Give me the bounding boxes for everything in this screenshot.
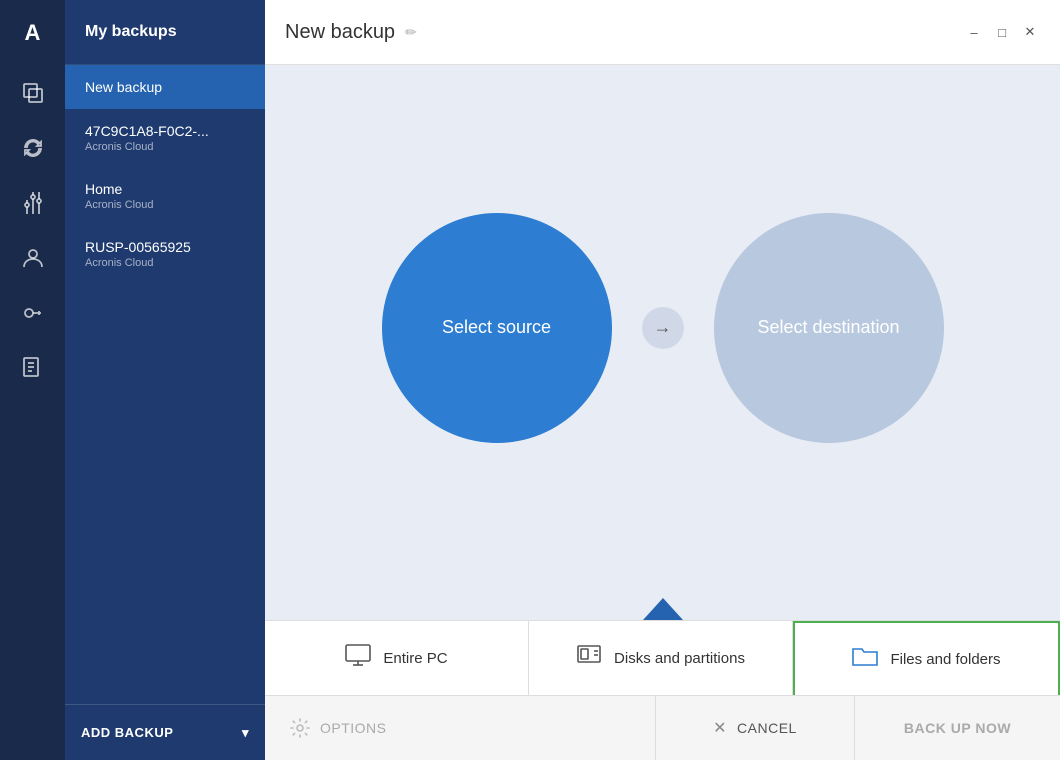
source-tabs: Entire PC Disks and partitions	[265, 620, 1060, 695]
tab-files-folders[interactable]: Files and folders	[793, 621, 1060, 695]
tab-disks-partitions[interactable]: Disks and partitions	[529, 621, 793, 695]
nav-icon-tune[interactable]	[0, 175, 65, 230]
arrow-indicator: →	[642, 307, 684, 349]
close-button[interactable]: ✕	[1020, 22, 1040, 42]
cancel-button[interactable]: ✕ CANCEL	[655, 696, 855, 760]
source-tab-indicator	[643, 598, 683, 620]
monitor-icon	[345, 644, 371, 672]
action-bar: OPTIONS ✕ CANCEL BACK UP NOW	[265, 695, 1060, 760]
tab-entire-pc[interactable]: Entire PC	[265, 621, 529, 695]
add-backup-button[interactable]: ADD BACKUP ▾	[65, 705, 265, 760]
main-area: New backup ✏ – □ ✕ Select source → Selec…	[265, 0, 1060, 760]
content-area: Select source → Select destination	[265, 65, 1060, 620]
sidebar-item-new-backup[interactable]: New backup	[65, 65, 265, 109]
page-title: New backup	[285, 21, 395, 44]
arrow-right-icon: →	[654, 317, 672, 338]
tab-disks-partitions-label: Disks and partitions	[614, 650, 745, 667]
circles-container: Select source → Select destination	[382, 213, 944, 443]
nav-icon-key[interactable]	[0, 285, 65, 340]
sidebar-item-backup-3[interactable]: RUSP-00565925 Acronis Cloud	[65, 225, 265, 283]
sidebar: My backups New backup 47C9C1A8-F0C2-... …	[65, 0, 265, 760]
title-bar: New backup ✏ – □ ✕	[265, 0, 1060, 65]
nav-icon-person[interactable]	[0, 230, 65, 285]
backup-now-button[interactable]: BACK UP NOW	[855, 696, 1060, 760]
sidebar-bottom: ADD BACKUP ▾	[65, 704, 265, 760]
select-source-button[interactable]: Select source	[382, 213, 612, 443]
edit-title-icon[interactable]: ✏	[405, 24, 417, 41]
icon-bar: A	[0, 0, 65, 760]
folder-icon	[852, 645, 878, 673]
minimize-button[interactable]: –	[964, 22, 984, 42]
select-destination-button[interactable]: Select destination	[714, 213, 944, 443]
tab-entire-pc-label: Entire PC	[383, 650, 447, 667]
app-logo: A	[0, 0, 65, 65]
sidebar-title: My backups	[65, 0, 265, 65]
options-button[interactable]: OPTIONS	[265, 696, 655, 760]
maximize-button[interactable]: □	[992, 22, 1012, 42]
title-bar-left: New backup ✏	[285, 21, 417, 44]
app-container: A	[0, 0, 1060, 760]
sidebar-item-backup-1[interactable]: 47C9C1A8-F0C2-... Acronis Cloud	[65, 109, 265, 167]
nav-icon-copy[interactable]	[0, 65, 65, 120]
window-controls: – □ ✕	[964, 22, 1040, 42]
nav-icon-book[interactable]	[0, 340, 65, 395]
tab-files-folders-label: Files and folders	[890, 651, 1000, 668]
chevron-down-icon: ▾	[242, 725, 249, 741]
cancel-x-icon: ✕	[713, 718, 727, 738]
nav-icon-sync[interactable]	[0, 120, 65, 175]
disk-icon	[576, 644, 602, 672]
sidebar-item-backup-2[interactable]: Home Acronis Cloud	[65, 167, 265, 225]
